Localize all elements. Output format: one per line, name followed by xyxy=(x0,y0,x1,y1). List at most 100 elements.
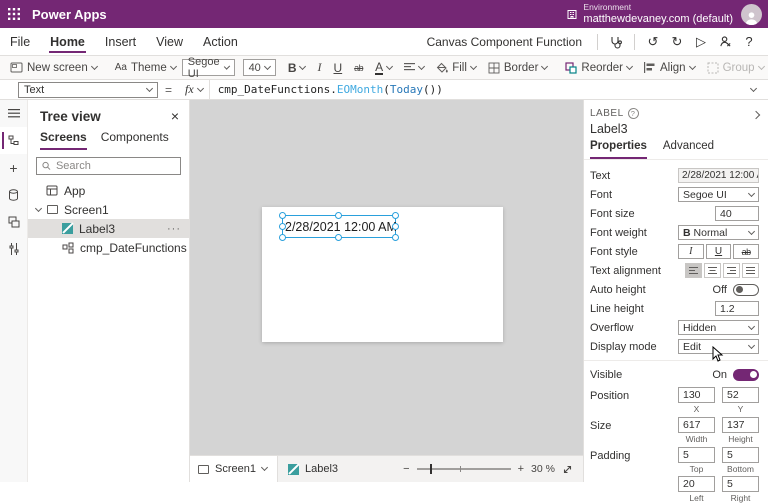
menu-view[interactable]: View xyxy=(146,28,193,55)
undo-button[interactable]: ↺ xyxy=(642,31,664,53)
menu-insert[interactable]: Insert xyxy=(95,28,146,55)
fit-to-window-icon[interactable] xyxy=(562,464,573,475)
menu-home[interactable]: Home xyxy=(40,28,95,55)
font-color-button[interactable]: A xyxy=(369,58,398,78)
tab-advanced[interactable]: Advanced xyxy=(663,140,714,159)
redo-button[interactable]: ↻ xyxy=(666,31,688,53)
border-button[interactable]: Border xyxy=(482,58,554,78)
divider xyxy=(597,34,598,50)
font-family-select[interactable]: Segoe UI xyxy=(182,59,235,76)
tree-item-screen1[interactable]: Screen1 xyxy=(28,200,189,219)
padding-right-field[interactable]: 5 xyxy=(722,476,759,492)
property-row-auto-height: Auto height Off xyxy=(584,280,768,299)
padding-top-field[interactable]: 5 xyxy=(678,447,715,463)
rail-data-button[interactable] xyxy=(0,181,27,208)
formula-input[interactable]: cmp_DateFunctions.EOMonth(Today()) xyxy=(218,83,443,96)
resize-handle[interactable] xyxy=(335,234,342,241)
font-size-select[interactable]: 40 xyxy=(243,59,276,76)
zoom-in-button[interactable]: + xyxy=(518,463,524,475)
panel-collapse-chevron[interactable] xyxy=(752,111,760,119)
line-height-field[interactable]: 1.2 xyxy=(715,301,759,316)
tree-item-cmp-datefunctions[interactable]: cmp_DateFunctions xyxy=(28,238,189,257)
zoom-slider-thumb[interactable] xyxy=(430,464,432,474)
menu-file[interactable]: File xyxy=(0,28,40,55)
user-avatar[interactable] xyxy=(741,4,762,25)
position-x-field[interactable]: 130 xyxy=(678,387,715,403)
visible-toggle[interactable] xyxy=(733,369,759,381)
tab-properties[interactable]: Properties xyxy=(590,140,647,159)
rail-insert-button[interactable]: + xyxy=(0,154,27,181)
screen-artboard[interactable]: 2/28/2021 12:00 AM xyxy=(262,207,503,342)
align-right-button[interactable] xyxy=(723,263,740,278)
app-icon xyxy=(46,185,58,196)
tree-search[interactable] xyxy=(36,157,181,175)
resize-handle[interactable] xyxy=(335,212,342,219)
bold-button[interactable]: B xyxy=(282,58,312,78)
rail-tree-view-button[interactable] xyxy=(0,127,27,154)
tab-screens[interactable]: Screens xyxy=(40,130,87,150)
share-button[interactable] xyxy=(714,31,736,53)
fx-button[interactable]: fx xyxy=(179,80,210,99)
size-width-field[interactable]: 617 xyxy=(678,417,715,433)
formula-expand-chevron[interactable] xyxy=(750,84,757,91)
zoom-out-button[interactable]: − xyxy=(403,463,409,475)
more-options-icon[interactable]: ··· xyxy=(167,223,181,235)
font-size-field[interactable]: 40 xyxy=(715,206,759,221)
size-height-field[interactable]: 137 xyxy=(722,417,759,433)
property-select[interactable]: Text xyxy=(18,82,158,98)
underline-button[interactable]: U xyxy=(706,244,732,259)
align-left-button[interactable] xyxy=(685,263,702,278)
help-button[interactable]: ? xyxy=(738,31,760,53)
resize-handle[interactable] xyxy=(392,212,399,219)
statusbar-control-crumb[interactable]: Label3 xyxy=(278,463,348,475)
selected-label-control[interactable]: 2/28/2021 12:00 AM xyxy=(282,215,396,238)
statusbar-screen-tab[interactable]: Screen1 xyxy=(190,456,278,482)
waffle-icon[interactable] xyxy=(0,0,28,28)
tree-item-app[interactable]: App xyxy=(28,181,189,200)
align-button[interactable]: Align xyxy=(638,58,701,78)
reorder-button[interactable]: Reorder xyxy=(559,58,638,78)
strikethrough-button[interactable]: ab xyxy=(348,58,369,78)
zoom-slider[interactable] xyxy=(417,468,511,470)
align-center-button[interactable] xyxy=(704,263,721,278)
resize-handle[interactable] xyxy=(392,234,399,241)
new-screen-button[interactable]: New screen xyxy=(4,58,103,78)
resize-handle[interactable] xyxy=(279,223,286,230)
font-weight-select[interactable]: B Normal xyxy=(678,225,759,240)
align-justify-button[interactable] xyxy=(742,263,759,278)
environment-picker[interactable]: Environment matthewdevaney.com (default) xyxy=(566,3,733,25)
overflow-select[interactable]: Hidden xyxy=(678,320,759,335)
padding-bottom-field[interactable]: 5 xyxy=(722,447,759,463)
underline-button[interactable]: U xyxy=(327,58,348,78)
chevron-down-icon[interactable] xyxy=(261,464,268,471)
italic-button[interactable]: I xyxy=(678,244,704,259)
play-button[interactable]: ▷ xyxy=(690,31,712,53)
padding-left-field[interactable]: 20 xyxy=(678,476,715,492)
tab-components[interactable]: Components xyxy=(101,130,169,150)
display-mode-select[interactable]: Edit xyxy=(678,339,759,354)
fill-button[interactable]: Fill xyxy=(430,58,482,78)
resize-handle[interactable] xyxy=(392,223,399,230)
close-icon[interactable]: × xyxy=(171,108,179,124)
strikethrough-button[interactable]: ab xyxy=(733,244,759,259)
search-input[interactable] xyxy=(56,160,175,172)
text-align-button[interactable] xyxy=(398,58,430,78)
theme-button[interactable]: Aa Theme xyxy=(109,58,182,78)
help-icon[interactable]: ? xyxy=(628,108,639,119)
font-select[interactable]: Segoe UI xyxy=(678,187,759,202)
position-y-field[interactable]: 52 xyxy=(722,387,759,403)
rail-media-button[interactable] xyxy=(0,208,27,235)
design-canvas[interactable]: 2/28/2021 12:00 AM xyxy=(190,100,583,455)
app-checker-button[interactable] xyxy=(605,31,627,53)
resize-handle[interactable] xyxy=(279,212,286,219)
auto-height-toggle[interactable] xyxy=(733,284,759,296)
tree-item-label3[interactable]: Label3 ··· xyxy=(28,219,189,238)
chevron-expanded-icon[interactable] xyxy=(35,204,42,211)
italic-button[interactable]: I xyxy=(311,58,327,78)
resize-handle[interactable] xyxy=(279,234,286,241)
rail-advanced-tools-button[interactable] xyxy=(0,235,27,262)
hamburger-button[interactable] xyxy=(0,100,27,127)
menu-action[interactable]: Action xyxy=(193,28,248,55)
text-value-field[interactable]: 2/28/2021 12:00 AM xyxy=(678,168,759,183)
play-icon: ▷ xyxy=(696,34,706,50)
